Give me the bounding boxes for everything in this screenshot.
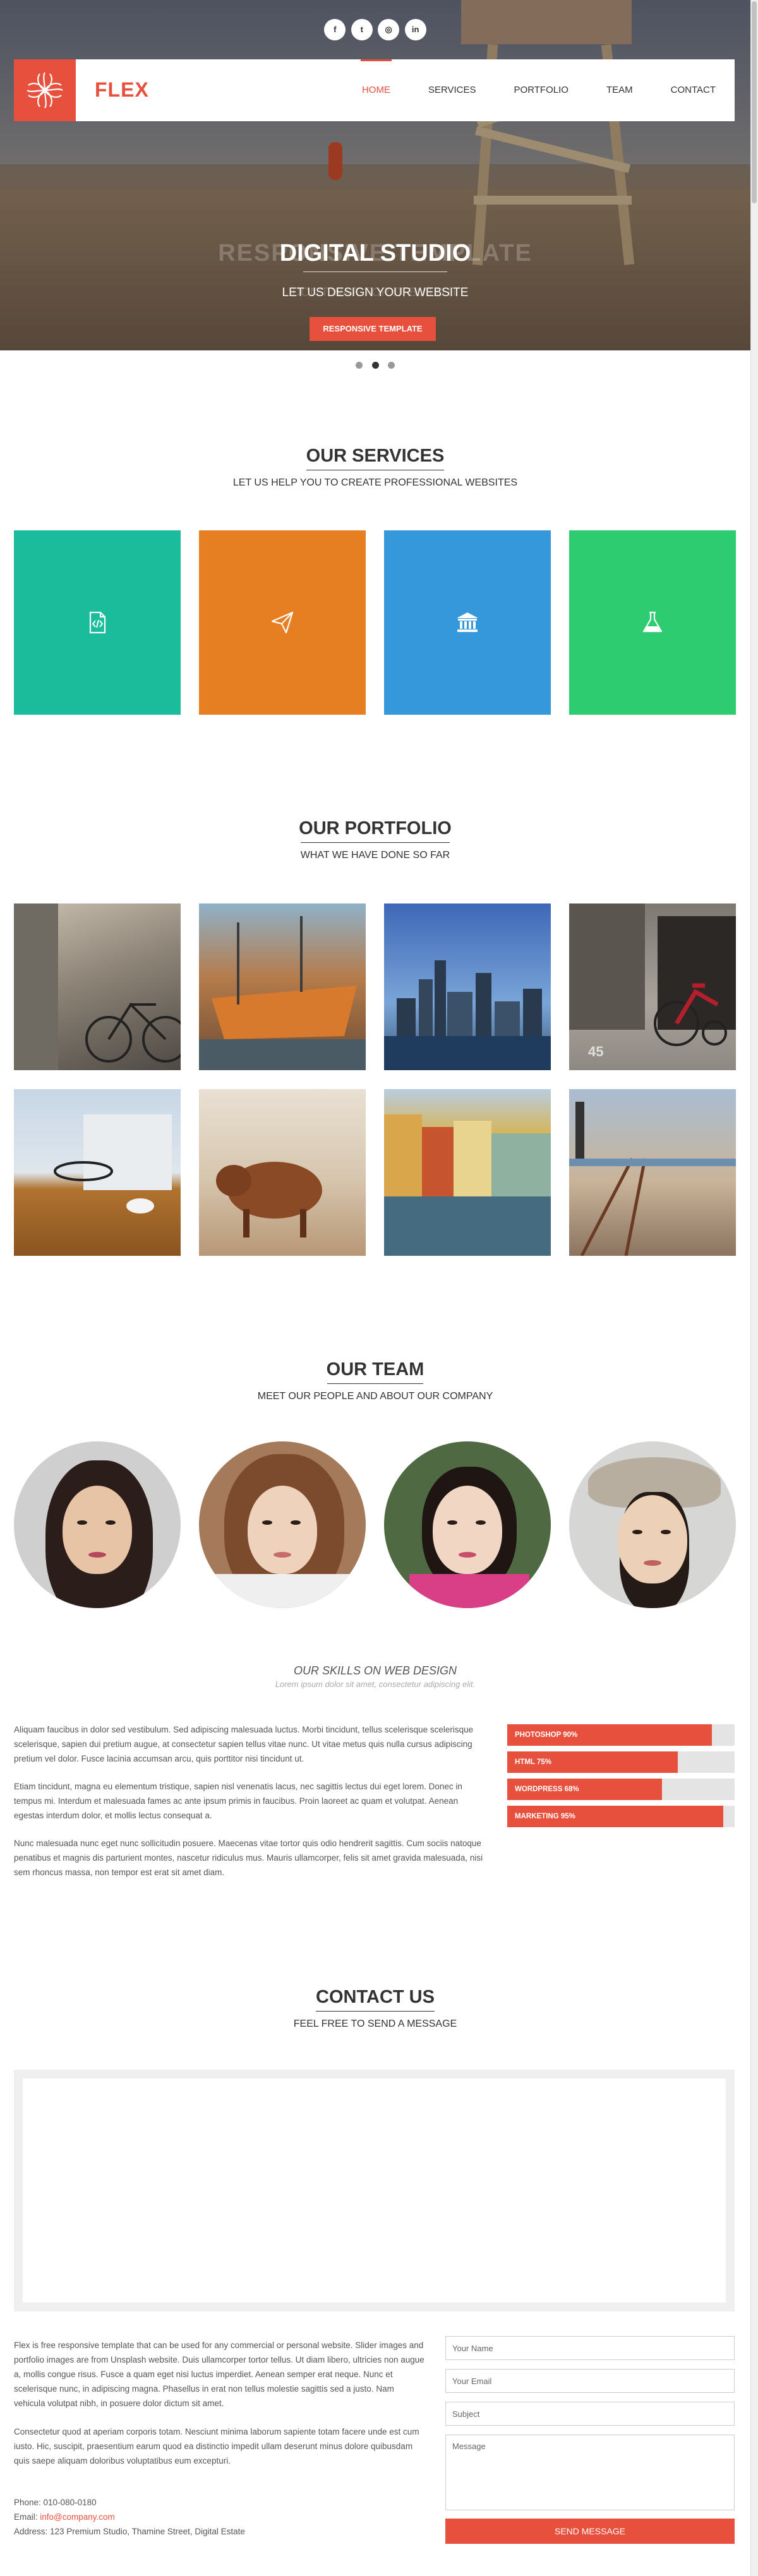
logo[interactable]: [14, 59, 76, 121]
email-input[interactable]: [445, 2369, 735, 2393]
canal-illustration: [384, 1114, 551, 1256]
hero-subtitle: LET US DESIGN YOUR WEBSITE: [282, 286, 469, 299]
bicycle-illustration: [14, 903, 181, 1070]
contact-phone: Phone: 010-080-0180: [14, 2498, 97, 2507]
scrollbar-thumb[interactable]: [752, 1, 757, 203]
nav-team[interactable]: TEAM: [606, 59, 633, 121]
skill-label: MARKETING 95%: [515, 1813, 575, 1820]
social-links: f t ◎ in: [0, 19, 750, 40]
skill-bar-marketing: MARKETING 95%: [507, 1806, 735, 1827]
brand-name[interactable]: FLEX: [95, 78, 149, 102]
skills-subtitle: Lorem ipsum dolor sit amet, consectetur …: [275, 1679, 476, 1689]
code-file-icon: [89, 611, 106, 634]
contact-email-link[interactable]: info@company.com: [40, 2512, 115, 2522]
portfolio-item-highland-cow[interactable]: [199, 1089, 366, 1256]
skills-paragraph-2: Etiam tincidunt, magna eu elementum tris…: [14, 1782, 462, 1820]
contact-address: Address: 123 Premium Studio, Thamine Str…: [14, 2527, 245, 2536]
cow-illustration: [216, 1162, 322, 1237]
facebook-icon[interactable]: f: [324, 19, 346, 40]
portfolio-overlay-number: 45: [588, 1044, 604, 1059]
team-member-2-photo[interactable]: [199, 1441, 366, 1608]
railway-illustration: [569, 1102, 736, 1256]
contact-email-line: Email: info@company.com: [14, 2512, 115, 2522]
send-message-button[interactable]: SEND MESSAGE: [445, 2519, 735, 2544]
portfolio-title: OUR PORTFOLIO: [299, 818, 452, 838]
twitter-icon[interactable]: t: [351, 19, 373, 40]
slider-dot-2[interactable]: [371, 362, 379, 369]
portfolio-item-railway-coast[interactable]: [569, 1089, 736, 1256]
team-member-3-photo[interactable]: [384, 1441, 551, 1608]
skills-title: OUR SKILLS ON WEB DESIGN: [293, 1664, 457, 1677]
team-title-underline: [327, 1383, 423, 1384]
page-scrollbar[interactable]: [750, 0, 758, 2576]
map-embed[interactable]: [14, 2070, 735, 2311]
skyline-illustration: [384, 960, 551, 1070]
portfolio-item-canal-houses[interactable]: [384, 1089, 551, 1256]
slider-dot-1[interactable]: [356, 362, 363, 369]
paper-plane-icon: [271, 611, 294, 634]
hero-cta-button[interactable]: RESPONSIVE TEMPLATE: [310, 317, 436, 341]
services-title: OUR SERVICES: [306, 446, 445, 466]
pinwheel-logo-icon: [27, 72, 63, 109]
nav-portfolio[interactable]: PORTFOLIO: [514, 59, 568, 121]
portfolio-item-laptop-desk[interactable]: [14, 1089, 181, 1256]
nav-services[interactable]: SERVICES: [428, 59, 476, 121]
portfolio-item-red-tricycle[interactable]: 45: [569, 903, 736, 1070]
service-card-lab[interactable]: [569, 530, 736, 715]
skill-label: WORDPRESS 68%: [515, 1786, 579, 1793]
skill-label: PHOTOSHOP 90%: [515, 1731, 578, 1739]
nav-contact[interactable]: CONTACT: [671, 59, 716, 121]
team-title: OUR TEAM: [326, 1359, 424, 1380]
skill-label: HTML 75%: [515, 1758, 551, 1766]
nav-home[interactable]: HOME: [360, 59, 392, 121]
contact-title: CONTACT US: [316, 1987, 435, 2007]
boat-illustration: [199, 916, 366, 1070]
slider-dot-3[interactable]: [387, 362, 395, 369]
hero-slider: f t ◎ in FLEX HOME SERVICES PORTFOLIO TE…: [0, 0, 750, 350]
service-card-send[interactable]: [199, 530, 366, 715]
portfolio-item-bicycle-street[interactable]: [14, 903, 181, 1070]
skills-paragraph-3: Nunc malesuada nunc eget nunc sollicitud…: [14, 1839, 483, 1877]
service-card-code[interactable]: [14, 530, 181, 715]
contact-title-underline: [316, 2011, 435, 2012]
message-textarea[interactable]: [445, 2435, 735, 2510]
contact-subtitle: FEEL FREE TO SEND A MESSAGE: [293, 2018, 457, 2029]
skill-bar-wordpress: WORDPRESS 68%: [507, 1779, 735, 1800]
skills-paragraph-1: Aliquam faucibus in dolor sed vestibulum…: [14, 1725, 474, 1763]
name-input[interactable]: [445, 2336, 735, 2360]
bank-icon: [457, 612, 478, 632]
hero-divider: [303, 271, 447, 272]
main-nav: HOME SERVICES PORTFOLIO TEAM CONTACT: [324, 59, 716, 121]
flask-icon: [642, 611, 663, 633]
slider-dots: [0, 361, 750, 372]
skill-bar-photoshop: PHOTOSHOP 90%: [507, 1724, 735, 1746]
navbar: FLEX HOME SERVICES PORTFOLIO TEAM CONTAC…: [14, 59, 735, 121]
dribbble-icon[interactable]: ◎: [378, 19, 400, 40]
portfolio-item-harbor-boat[interactable]: [199, 903, 366, 1070]
team-member-1-photo[interactable]: [14, 1441, 181, 1608]
services-subtitle: LET US HELP YOU TO CREATE PROFESSIONAL W…: [232, 477, 518, 488]
portfolio-item-city-skyline[interactable]: [384, 903, 551, 1070]
linkedin-icon[interactable]: in: [404, 19, 426, 40]
portfolio-title-underline: [301, 842, 450, 843]
laptop-illustration: [54, 1114, 172, 1213]
service-card-bank[interactable]: [384, 530, 551, 715]
portfolio-subtitle: WHAT WE HAVE DONE SO FAR: [300, 850, 450, 861]
contact-paragraph-2: Consectetur quod at aperiam corporis tot…: [14, 2427, 419, 2466]
subject-input[interactable]: [445, 2402, 735, 2426]
contact-paragraph-1: Flex is free responsive template that ca…: [14, 2340, 424, 2408]
team-member-4-photo[interactable]: [569, 1441, 736, 1608]
hero-title: DIGITAL STUDIO: [279, 240, 471, 266]
team-subtitle: MEET OUR PEOPLE AND ABOUT OUR COMPANY: [257, 1391, 493, 1402]
contact-email-label: Email:: [14, 2512, 40, 2522]
skill-bar-html: HTML 75%: [507, 1751, 735, 1773]
